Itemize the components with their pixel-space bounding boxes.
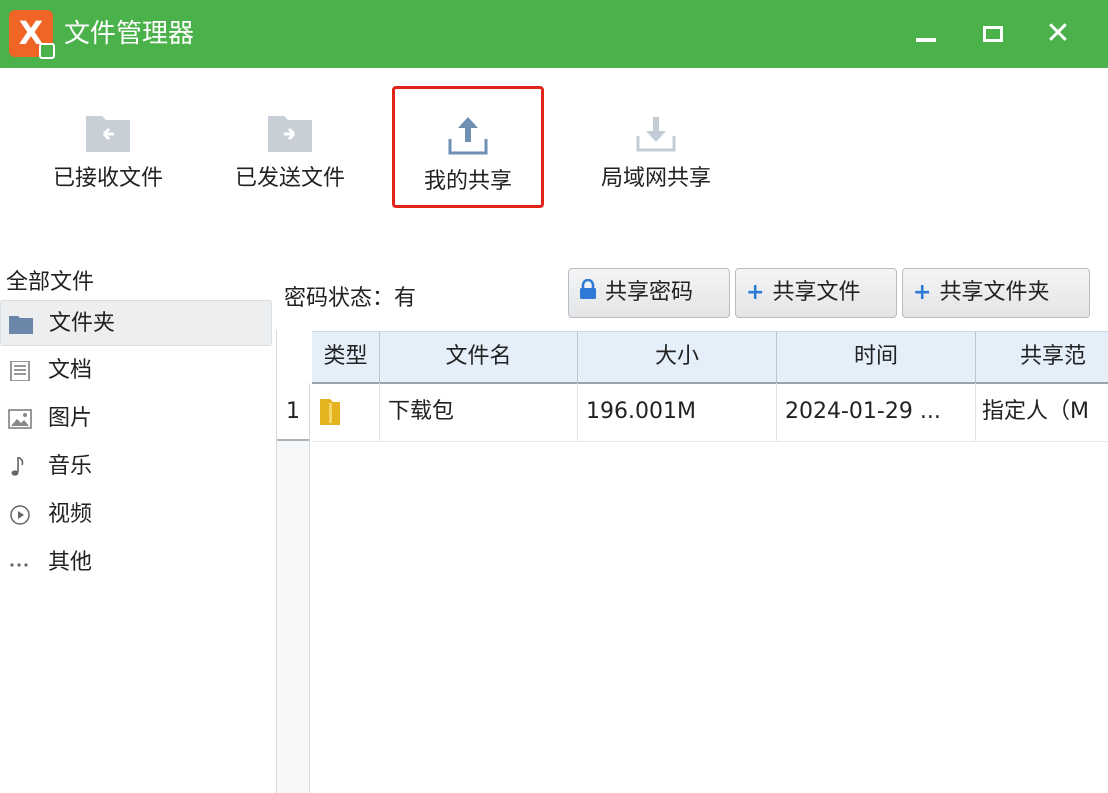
sent-files-button[interactable]: 已发送文件 (222, 86, 358, 208)
table-row[interactable]: 下载包 196.001M 2024-01-29 ... 指定人（M (312, 383, 1108, 442)
sidebar-item-other[interactable]: 其他 (0, 540, 272, 586)
document-icon (10, 361, 30, 381)
sent-files-label: 已发送文件 (234, 166, 345, 191)
more-icon (10, 563, 28, 567)
cell-share-scope: 指定人（M (982, 399, 1089, 424)
share-folder-label: 共享文件夹 (939, 280, 1050, 305)
table-header: 类型 文件名 大小 时间 共享范 (312, 331, 1108, 384)
cell-file-name: 下载包 (380, 383, 578, 441)
music-icon (11, 457, 24, 476)
sidebar-item-images[interactable]: 图片 (0, 396, 272, 442)
share-folder-button[interactable]: + 共享文件夹 (902, 268, 1090, 318)
share-password-button[interactable]: 共享密码 (568, 268, 730, 318)
sidebar-item-label: 文档 (48, 358, 93, 383)
title-bar: X 文件管理器 ✕ (0, 0, 1108, 68)
cell-type (312, 383, 380, 441)
folder-receive-icon (86, 116, 130, 152)
lock-icon (579, 269, 597, 317)
sidebar-item-documents[interactable]: 文档 (0, 348, 272, 394)
share-file-button[interactable]: + 共享文件 (735, 268, 897, 318)
sidebar-item-label: 视频 (48, 502, 93, 527)
sidebar-item-videos[interactable]: 视频 (0, 492, 272, 538)
column-header-type[interactable]: 类型 (312, 332, 380, 382)
column-header-scope[interactable]: 共享范 (976, 332, 1108, 382)
my-share-button[interactable]: 我的共享 (392, 86, 544, 208)
share-password-label: 共享密码 (605, 280, 694, 305)
maximize-button[interactable] (972, 14, 1012, 54)
plus-icon: + (913, 280, 932, 305)
password-status: 密码状态：有 (284, 286, 417, 311)
row-number: 1 (277, 383, 309, 441)
zip-folder-icon (320, 399, 340, 425)
image-icon (8, 409, 32, 429)
received-files-button[interactable]: 已接收文件 (40, 86, 176, 208)
window-title: 文件管理器 (64, 19, 195, 49)
video-icon (10, 505, 30, 525)
column-header-time[interactable]: 时间 (777, 332, 976, 382)
upload-icon (448, 117, 488, 155)
sidebar-item-label: 其他 (48, 550, 93, 575)
plus-icon: + (746, 280, 765, 305)
lan-share-button[interactable]: 局域网共享 (584, 86, 728, 208)
column-header-name[interactable]: 文件名 (380, 332, 578, 382)
sidebar-item-label: 音乐 (48, 454, 93, 479)
close-button[interactable]: ✕ (1038, 14, 1078, 54)
lan-share-label: 局域网共享 (600, 166, 711, 191)
cell-size: 196.001M (578, 383, 777, 441)
column-header-size[interactable]: 大小 (578, 332, 777, 382)
my-share-label: 我的共享 (423, 169, 512, 194)
folder-icon (9, 316, 33, 334)
sidebar-item-label: 图片 (48, 406, 93, 431)
sidebar-item-folders[interactable]: 文件夹 (0, 300, 272, 346)
row-number-column (277, 383, 310, 793)
sidebar-item-label: 文件夹 (49, 311, 116, 336)
cell-time: 2024-01-29 ... (777, 383, 976, 441)
received-files-label: 已接收文件 (52, 166, 163, 191)
app-logo-icon: X (9, 10, 55, 59)
minimize-button[interactable] (906, 14, 946, 54)
share-file-label: 共享文件 (772, 280, 861, 305)
download-icon (636, 117, 676, 152)
all-files-title[interactable]: 全部文件 (6, 264, 94, 296)
sidebar-item-music[interactable]: 音乐 (0, 444, 272, 490)
folder-send-icon (268, 116, 312, 152)
